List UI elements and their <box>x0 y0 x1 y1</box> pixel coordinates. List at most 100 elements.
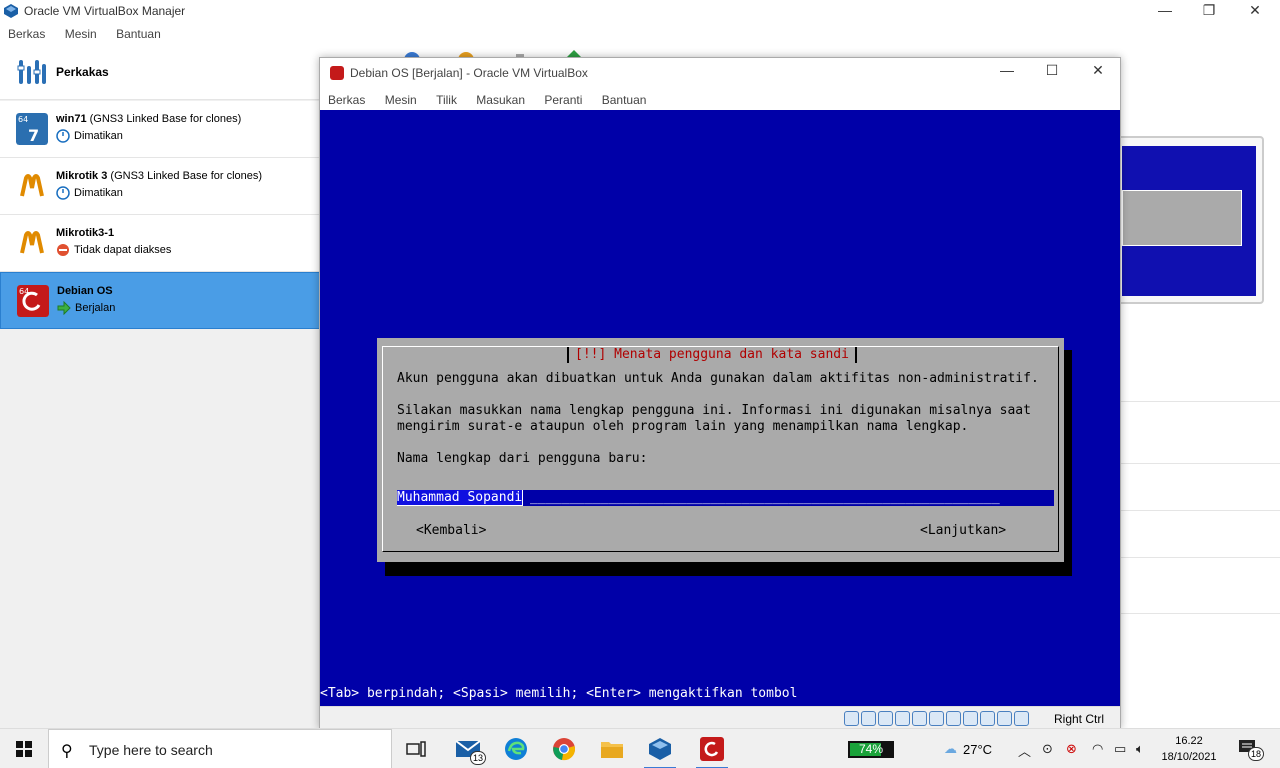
menu-berkas[interactable]: Berkas <box>8 27 45 41</box>
dialog-title: [!!] Menata pengguna dan kata sandi <box>567 347 857 363</box>
virtualbox-icon <box>649 738 671 760</box>
vm-state: Berjalan <box>57 301 115 315</box>
hard-disk-icon[interactable] <box>844 711 859 726</box>
continue-button[interactable]: <Lanjutkan> <box>920 523 1006 539</box>
task-view-button[interactable] <box>396 733 436 765</box>
vm-item-win71[interactable]: 64 7 win71 (GNS3 Linked Base for clones)… <box>0 101 320 158</box>
chrome-browser-app[interactable] <box>544 733 584 765</box>
shared-folder-icon[interactable] <box>929 711 944 726</box>
windows7-os-icon: 64 7 <box>16 113 48 145</box>
taskbar-search-box[interactable]: ⚲ Type here to search <box>48 729 392 768</box>
svg-text:64: 64 <box>18 115 28 124</box>
vm-menubar: Berkas Mesin Tilik Masukan Peranti Bantu… <box>320 88 1120 110</box>
restore-icon[interactable]: ❐ <box>1186 2 1232 19</box>
mouse-integration-icon[interactable] <box>997 711 1012 726</box>
app-tray-icon[interactable]: ⊙ <box>1042 741 1053 757</box>
virtualbox-manager-app[interactable] <box>640 733 680 768</box>
file-explorer-app[interactable] <box>592 733 632 765</box>
inaccessible-icon <box>57 244 69 256</box>
device-status-icons <box>844 711 1029 726</box>
full-name-value: Muhammad Sopandi <box>397 490 524 506</box>
preview-screen <box>1122 146 1256 296</box>
preview-dialog <box>1122 190 1242 246</box>
cpu-icon[interactable] <box>980 711 995 726</box>
wifi-icon[interactable]: ◠ <box>1092 741 1103 757</box>
manager-title: Oracle VM VirtualBox Manajer <box>24 4 186 18</box>
vm-name: win71 (GNS3 Linked Base for clones) <box>56 113 242 125</box>
dialog-frame: [!!] Menata pengguna dan kata sandi Akun… <box>382 346 1059 552</box>
menu-mesin[interactable]: Mesin <box>385 93 417 107</box>
weather-widget[interactable]: ☁ 27°C <box>944 741 992 757</box>
edge-browser-app[interactable] <box>496 733 536 765</box>
menu-masukan[interactable]: Masukan <box>476 93 525 107</box>
vm-item-mikrotik3[interactable]: Mikrotik 3 (GNS3 Linked Base for clones)… <box>0 158 320 215</box>
debian-vm-app[interactable] <box>692 733 732 768</box>
battery-percent: 74% <box>858 742 884 756</box>
vm-item-mikrotik3-1[interactable]: Mikrotik3-1 Tidak dapat diakses <box>0 215 320 272</box>
menu-berkas[interactable]: Berkas <box>328 93 365 107</box>
taskbar: ⚲ Type here to search 13 74% ☁ 27°C ︿ ⊙ … <box>0 728 1280 768</box>
temperature: 27°C <box>963 741 993 757</box>
menu-tilik[interactable]: Tilik <box>436 93 457 107</box>
notification-center-button[interactable]: 18 <box>1238 739 1264 761</box>
vm-list-sidebar: Perkakas 64 7 win71 (GNS3 Linked Base fo… <box>0 44 320 728</box>
notification-count-badge: 18 <box>1248 747 1264 761</box>
divider <box>1120 557 1280 558</box>
dialog-text-line: mengirim surat-e ataupun oleh program la… <box>397 419 969 434</box>
vm-statusbar: Right Ctrl <box>320 706 1120 730</box>
security-alert-icon[interactable]: ⊗ <box>1066 741 1077 757</box>
close-icon[interactable]: ✕ <box>1232 2 1278 19</box>
divider <box>1120 463 1280 464</box>
manager-menubar: Berkas Mesin Bantuan <box>0 24 1280 44</box>
vm-state: Dimatikan <box>56 129 123 143</box>
svg-text:7: 7 <box>28 126 39 145</box>
audio-icon[interactable] <box>878 711 893 726</box>
menu-mesin[interactable]: Mesin <box>65 27 97 41</box>
tools-item[interactable]: Perkakas <box>0 44 320 100</box>
battery-indicator[interactable]: 74% <box>848 741 894 758</box>
optical-drive-icon[interactable] <box>861 711 876 726</box>
maximize-icon[interactable]: ☐ <box>1029 62 1075 79</box>
minimize-icon[interactable]: — <box>1142 2 1188 18</box>
keyboard-capture-icon[interactable] <box>1014 711 1029 726</box>
volume-icon[interactable]: 🔈︎ <box>1136 741 1144 757</box>
search-icon: ⚲ <box>61 743 73 760</box>
vm-name: Mikrotik 3 (GNS3 Linked Base for clones) <box>56 170 263 182</box>
virtualbox-app-icon <box>4 4 18 18</box>
vm-window: Debian OS [Berjalan] - Oracle VM Virtual… <box>319 57 1121 730</box>
mail-app[interactable]: 13 <box>448 733 488 765</box>
tools-icon <box>17 60 46 84</box>
task-view-icon <box>406 741 426 757</box>
close-icon[interactable]: ✕ <box>1075 62 1121 79</box>
vm-display[interactable]: [!!] Menata pengguna dan kata sandi Akun… <box>320 110 1120 706</box>
minimize-icon[interactable]: — <box>984 62 1030 78</box>
power-off-icon <box>56 129 70 143</box>
menu-peranti[interactable]: Peranti <box>544 93 582 107</box>
full-name-input[interactable]: Muhammad Sopandi _______________________… <box>397 490 1054 506</box>
chevron-up-icon[interactable]: ︿ <box>1018 741 1031 760</box>
menu-bantuan[interactable]: Bantuan <box>602 93 647 107</box>
dialog-text-line: Akun pengguna akan dibuatkan untuk Anda … <box>397 371 1039 386</box>
manager-titlebar: Oracle VM VirtualBox Manajer — ❐ ✕ <box>0 0 1280 24</box>
usb-icon[interactable] <box>912 711 927 726</box>
debian-os-icon: 64 <box>17 285 49 317</box>
menu-bantuan[interactable]: Bantuan <box>116 27 161 41</box>
debian-window-icon <box>330 66 344 80</box>
tools-label: Perkakas <box>56 65 109 79</box>
mikrotik-os-icon <box>16 170 48 202</box>
display-icon[interactable] <box>946 711 961 726</box>
clock[interactable]: 16.22 18/10/2021 <box>1158 733 1220 765</box>
vm-item-debian-os[interactable]: 64 Debian OS Berjalan <box>0 272 320 329</box>
running-arrow-icon <box>57 301 71 315</box>
network-icon[interactable] <box>895 711 910 726</box>
windows-logo-icon <box>16 741 32 757</box>
start-button[interactable] <box>0 729 48 768</box>
back-button[interactable]: <Kembali> <box>416 523 486 539</box>
weather-icon: ☁ <box>944 741 957 756</box>
divider <box>1120 510 1280 511</box>
battery-tray-icon[interactable]: ▭ <box>1114 741 1126 757</box>
vm-state: Dimatikan <box>56 186 123 200</box>
folder-icon <box>601 742 623 758</box>
video-capture-icon[interactable] <box>963 711 978 726</box>
divider <box>1120 401 1280 402</box>
